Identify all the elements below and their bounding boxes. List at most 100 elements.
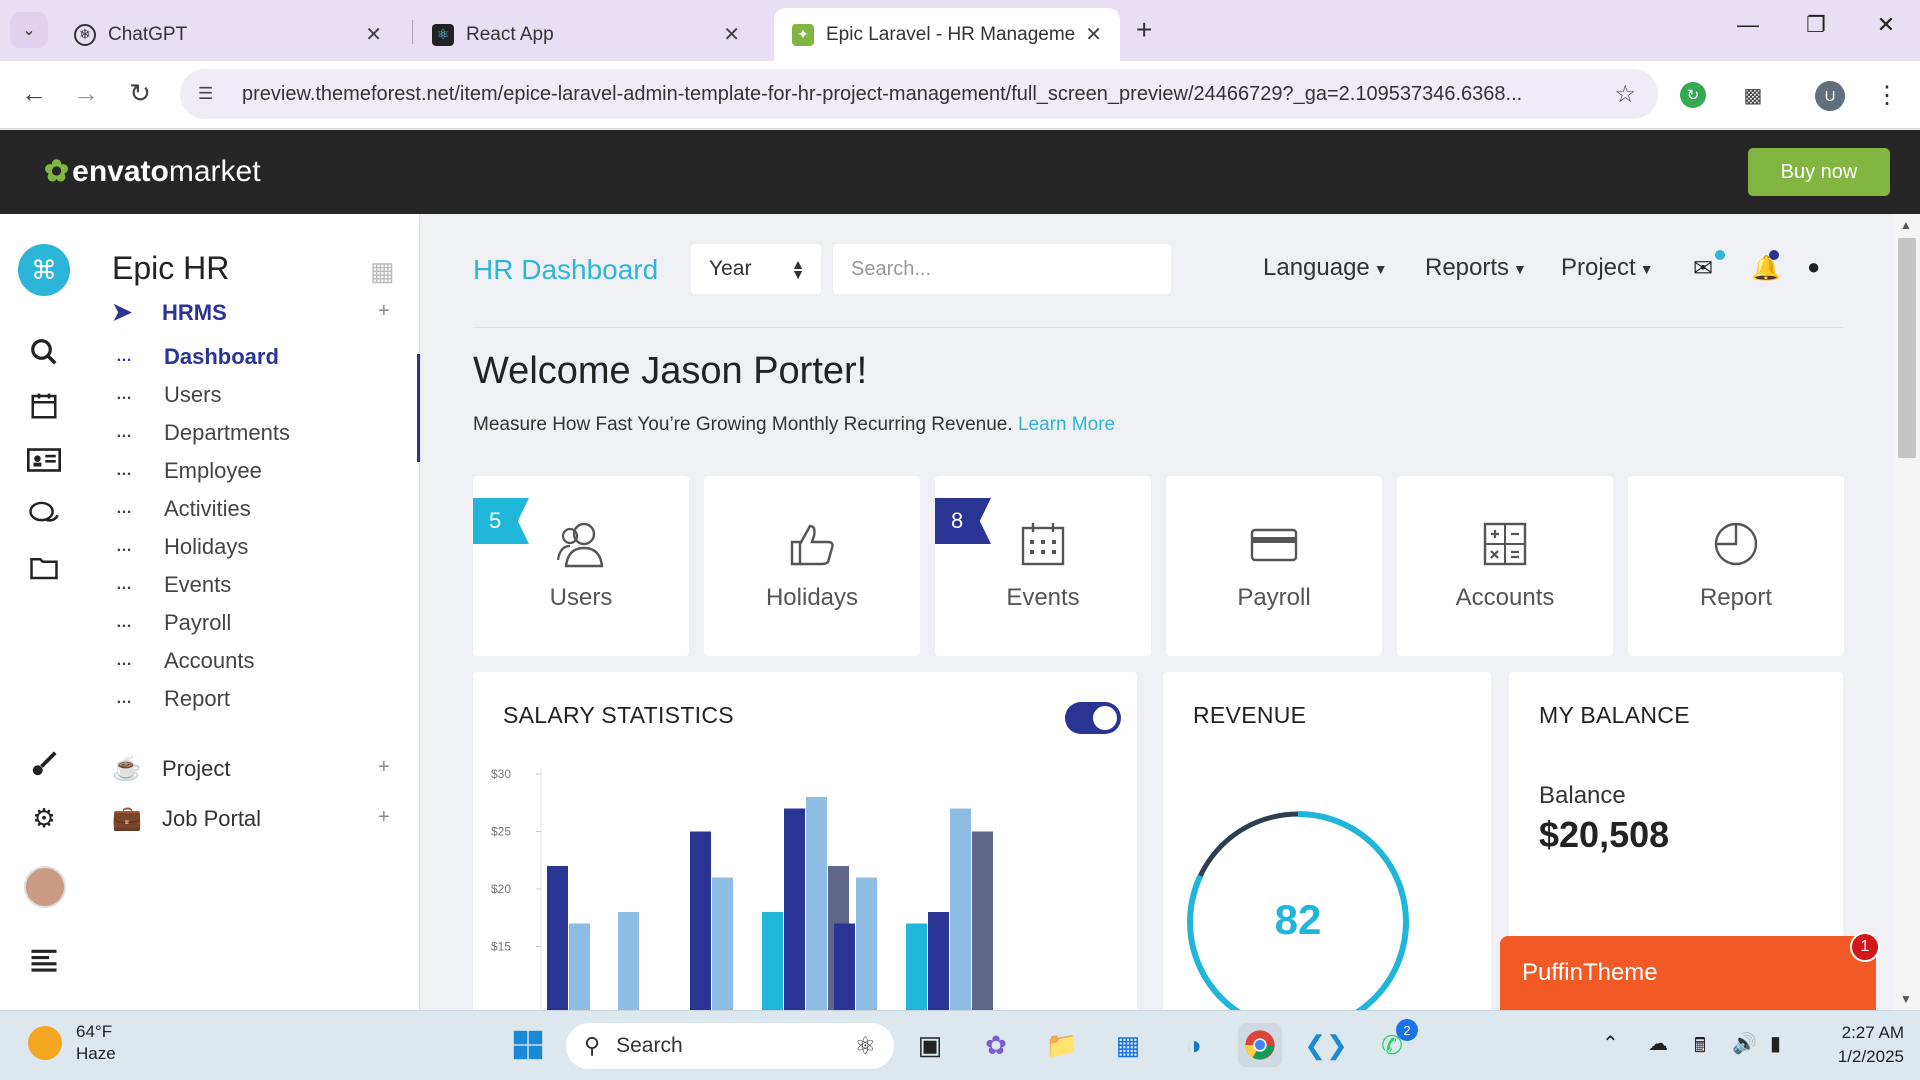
tab-epic-laravel[interactable]: ✦ Epic Laravel - HR Management ✕ [774,8,1120,61]
align-left-icon[interactable] [24,940,64,980]
search-input[interactable]: Search... [833,244,1171,294]
kebab-menu-icon[interactable]: ⋮ [1870,78,1904,112]
menu-item-report[interactable]: … Report [116,686,230,712]
revenue-value: 82 [1274,896,1322,943]
salary-statistics-card: SALARY STATISTICS $30 $25 $20 $15 [473,672,1137,1010]
tile-holidays[interactable]: Holidays [704,476,920,656]
vscode-icon[interactable]: ❮❯ [1304,1023,1348,1067]
tile-accounts[interactable]: Accounts [1397,476,1613,656]
scroll-up-arrow-icon[interactable]: ▲ [1900,218,1912,232]
bookmark-star-icon[interactable]: ☆ [1614,80,1636,109]
mail-badge [1715,250,1725,260]
menu-item-payroll[interactable]: … Payroll [116,610,231,636]
tab-chatgpt[interactable]: ❄ ChatGPT ✕ [56,8,400,61]
profile-avatar[interactable]: U [1815,81,1845,111]
mail-icon[interactable]: ✉ [1693,250,1725,283]
weather-widget[interactable]: 64°F Haze [28,1021,116,1065]
search-icon[interactable] [24,332,64,372]
tile-report[interactable]: Report [1628,476,1844,656]
edge-icon[interactable]: ◑ [1172,1023,1216,1067]
onedrive-cloud-icon[interactable]: ☁ [1648,1031,1668,1056]
volume-icon[interactable]: 🔊 [1732,1031,1757,1056]
expand-plus-icon[interactable]: + [378,300,390,323]
forward-button[interactable]: → [68,78,104,109]
network-icon[interactable]: 🖩 [1694,1031,1706,1065]
folder-icon[interactable] [24,548,64,588]
tile-events[interactable]: 8 Events [935,476,1151,656]
file-explorer-icon[interactable]: 📁 [1040,1023,1084,1067]
taskbar-search[interactable]: ⚲ Search ⚛ [566,1023,894,1069]
thumbs-up-icon [788,520,836,576]
envato-logo[interactable]: ✿ envatomarket [44,154,261,189]
bell-icon[interactable]: 🔔 [1751,250,1781,283]
menu-item-accounts[interactable]: … Accounts [116,648,255,674]
brush-icon[interactable] [24,744,64,784]
buy-now-button[interactable]: Buy now [1748,148,1890,196]
menu-section-hrms[interactable]: ➤ HRMS [112,298,227,327]
calendar-icon[interactable] [24,386,64,426]
menu-section-job-portal[interactable]: 💼 Job Portal [112,804,261,833]
close-tab-icon[interactable]: ✕ [365,22,382,47]
menu-section-project[interactable]: ☕ Project [112,754,230,783]
nav-language[interactable]: Language ▼ [1263,254,1388,282]
battery-icon[interactable]: ▮ [1770,1031,1781,1056]
nav-project[interactable]: Project ▼ [1561,254,1654,282]
scroll-down-arrow-icon[interactable]: ▼ [1900,992,1912,1006]
show-hidden-icons-chevron-up-icon[interactable]: ⌃ [1602,1031,1619,1056]
grid-icon[interactable]: ▦ [370,256,395,287]
year-select[interactable]: Year ▲ ▼ [691,244,821,294]
minimize-button[interactable]: — [1728,12,1768,38]
menu-item-departments[interactable]: … Departments [116,420,290,446]
task-view-icon[interactable]: ▣ [908,1023,952,1067]
extension-sync-icon[interactable]: ↻ [1680,82,1706,108]
user-icon[interactable]: ● [1807,254,1820,280]
menu-item-holidays[interactable]: … Holidays [116,534,248,560]
tab-search-button[interactable]: ⌄ [10,12,48,48]
calendar-grid-icon [1019,520,1067,576]
caret-down-icon: ▼ [1639,260,1654,277]
tab-title: Epic Laravel - HR Management [826,23,1076,45]
url-bar[interactable]: ☰ preview.themeforest.net/item/epice-lar… [180,69,1658,119]
close-window-button[interactable]: ✕ [1866,12,1906,38]
tab-react-app[interactable]: ⚛ React App ✕ [414,8,758,61]
salary-bar [712,877,733,1010]
windows-start-icon[interactable] [506,1023,550,1067]
y-tick-label: $15 [491,940,511,954]
close-tab-icon[interactable]: ✕ [723,22,740,47]
dots-icon: … [116,614,133,631]
menu-item-activities[interactable]: … Activities [116,496,251,522]
restore-button[interactable]: ❐ [1796,12,1836,38]
site-info-icon[interactable]: ☰ [198,84,228,104]
id-card-icon[interactable] [24,440,64,480]
microsoft-store-icon[interactable]: ▦ [1106,1023,1150,1067]
new-tab-button[interactable]: + [1136,14,1152,46]
extensions-puzzle-icon[interactable]: ▩ [1736,78,1770,112]
menu-item-users[interactable]: … Users [116,382,221,408]
app-logo-icon[interactable]: ⌘ [18,244,70,296]
menu-item-events[interactable]: … Events [116,572,231,598]
page-scrollbar[interactable]: ▲ ▼ [1893,214,1920,1010]
pie-chart-icon [1712,520,1760,576]
whatsapp-badge: 2 [1396,1019,1418,1041]
expand-plus-icon[interactable]: + [378,806,390,829]
reload-button[interactable]: ↻ [122,78,158,109]
salary-bar-chart: $30 $25 $20 $15 [491,767,993,1010]
menu-item-employee[interactable]: … Employee [116,458,262,484]
tile-payroll[interactable]: Payroll [1166,476,1382,656]
chrome-icon[interactable] [1238,1023,1282,1067]
back-button[interactable]: ← [16,78,52,109]
expand-plus-icon[interactable]: + [378,756,390,779]
scrollbar-thumb[interactable] [1898,238,1916,458]
url-text[interactable]: preview.themeforest.net/item/epice-larav… [242,83,1602,106]
copilot-icon[interactable]: ✿ [974,1023,1018,1067]
menu-item-dashboard[interactable]: … Dashboard [116,344,279,370]
chat-icon[interactable] [24,494,64,534]
user-avatar[interactable] [24,866,66,908]
gear-icon[interactable]: ⚙ [24,798,64,838]
learn-more-link[interactable]: Learn More [1018,414,1115,435]
system-clock[interactable]: 2:27 AM 1/2/2025 [1822,1021,1904,1069]
puffintheme-widget[interactable]: PuffinTheme [1500,936,1876,1010]
close-tab-icon[interactable]: ✕ [1085,22,1102,47]
tile-users[interactable]: 5 Users [473,476,689,656]
nav-reports[interactable]: Reports ▼ [1425,254,1527,282]
